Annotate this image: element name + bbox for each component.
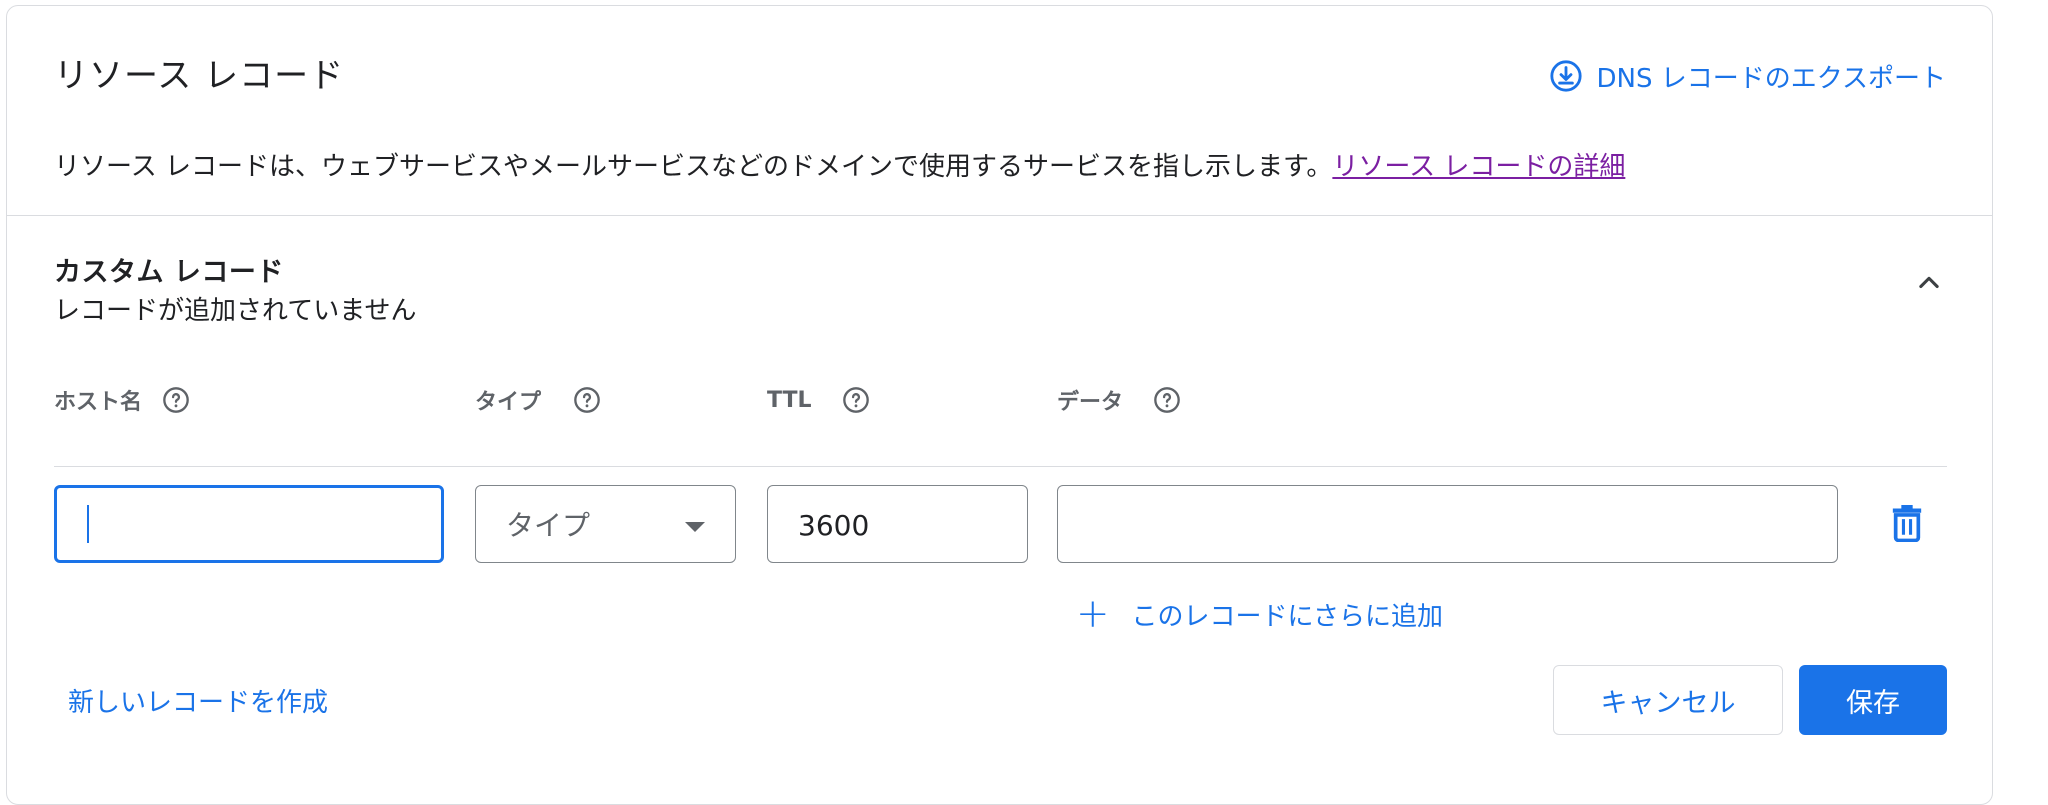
chevron-up-icon xyxy=(1919,276,1939,289)
add-more-to-record-link[interactable]: + このレコードにさらに追加 xyxy=(1076,594,1443,634)
section-divider xyxy=(6,215,1993,216)
host-name-input[interactable] xyxy=(87,502,411,548)
ttl-input[interactable] xyxy=(796,500,1000,550)
download-circle-icon xyxy=(1549,60,1582,92)
help-icon[interactable] xyxy=(1153,386,1181,414)
column-label-host: ホスト名 xyxy=(54,390,143,415)
text-caret xyxy=(87,505,89,543)
help-icon[interactable] xyxy=(842,386,870,414)
type-select[interactable]: タイプ xyxy=(475,485,736,563)
column-header-host: ホスト名 xyxy=(54,384,190,416)
custom-records-title: カスタム レコード xyxy=(54,257,284,288)
trash-icon xyxy=(1892,505,1922,543)
column-label-data: データ xyxy=(1057,390,1124,415)
type-select-value: タイプ xyxy=(506,509,591,542)
resource-records-details-link[interactable]: リソース レコードの詳細 xyxy=(1332,152,1625,182)
column-header-ttl: TTL xyxy=(767,384,870,416)
custom-records-subtitle: レコードが追加されていません xyxy=(54,296,417,326)
data-field[interactable] xyxy=(1057,485,1838,563)
plus-icon: + xyxy=(1076,591,1110,637)
create-new-record-link[interactable]: 新しいレコードを作成 xyxy=(68,682,328,719)
description: リソース レコードは、ウェブサービスやメールサービスなどのドメインで使用するサー… xyxy=(54,146,1625,183)
host-name-field[interactable] xyxy=(54,485,444,563)
ttl-field[interactable] xyxy=(767,485,1028,563)
export-dns-records-link[interactable]: DNS レコードのエクスポート xyxy=(1549,56,1946,96)
column-label-ttl: TTL xyxy=(767,387,812,413)
column-header-data: データ xyxy=(1057,384,1181,416)
collapse-button[interactable] xyxy=(1912,266,1946,300)
row-divider xyxy=(54,466,1947,467)
dropdown-arrow-icon xyxy=(685,522,705,532)
help-icon[interactable] xyxy=(573,386,601,414)
save-button[interactable]: 保存 xyxy=(1799,665,1947,735)
data-input[interactable] xyxy=(1086,500,1810,550)
add-more-label: このレコードにさらに追加 xyxy=(1131,601,1443,632)
help-icon[interactable] xyxy=(162,386,190,414)
page-title: リソース レコード xyxy=(54,56,345,96)
column-header-type: タイプ xyxy=(475,384,601,416)
cancel-button[interactable]: キャンセル xyxy=(1553,665,1783,735)
description-text: リソース レコードは、ウェブサービスやメールサービスなどのドメインで使用するサー… xyxy=(54,152,1333,182)
column-label-type: タイプ xyxy=(475,390,542,415)
delete-record-button[interactable] xyxy=(1890,502,1924,543)
export-link-label: DNS レコードのエクスポート xyxy=(1596,63,1946,94)
